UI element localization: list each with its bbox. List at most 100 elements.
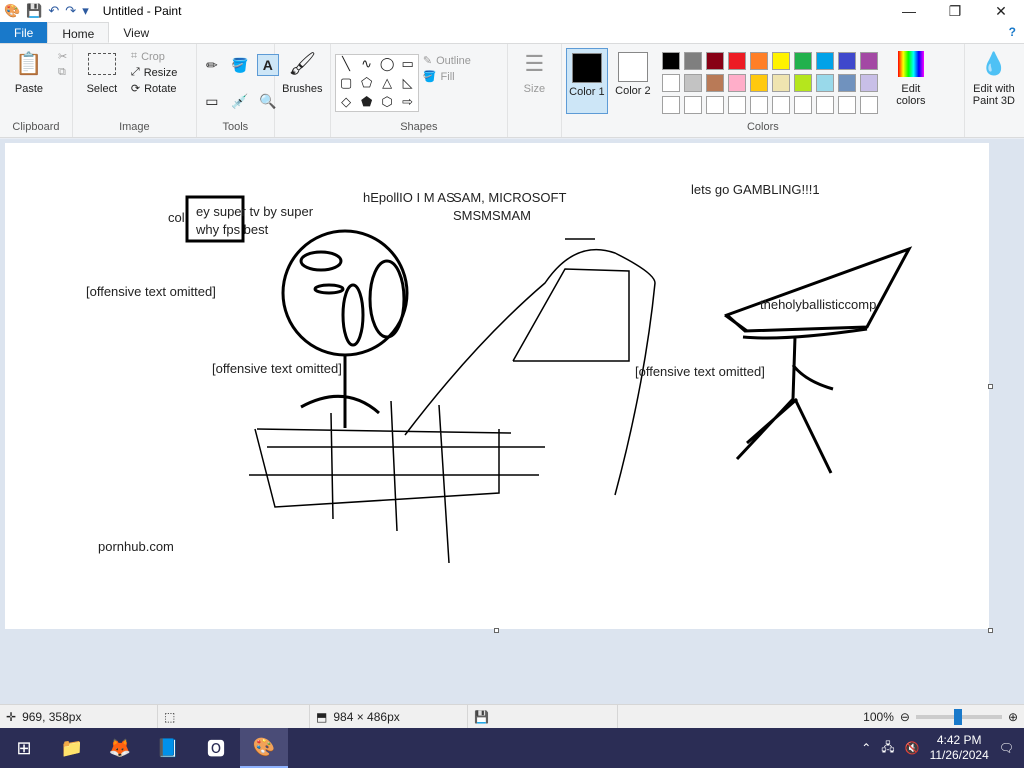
- cut-icon[interactable]: ✂: [58, 50, 67, 63]
- copy-icon[interactable]: ⧉: [58, 66, 67, 79]
- palette-swatch[interactable]: [661, 74, 680, 92]
- tab-file[interactable]: File: [0, 22, 48, 43]
- volume-icon[interactable]: 🔇: [905, 741, 920, 755]
- canvas-size: 984 × 486px: [333, 709, 400, 724]
- cursor-position-icon: ✛: [6, 709, 17, 724]
- stickfigure-detail: [341, 283, 365, 347]
- color-picker-icon[interactable]: 💉: [229, 91, 251, 113]
- close-button[interactable]: ✕: [978, 3, 1024, 20]
- image-group: Select ⌗ Crop ⤢ Resize ⟳ Rotate Image: [73, 44, 197, 137]
- notifications-icon[interactable]: 🗨: [999, 741, 1014, 755]
- palette-swatch[interactable]: [837, 74, 856, 92]
- color2-swatch: [617, 52, 648, 82]
- stickfigure-detail-2: [368, 259, 406, 339]
- brushes-button[interactable]: 🖌 Brushes: [279, 48, 326, 121]
- shapes-gallery[interactable]: ╲ ∿ ◯ ▭ ▢ ⬠ △ ◺ ◇ ⬟ ⬡ ⇨: [334, 54, 419, 112]
- fill-icon: 🪣: [422, 71, 437, 83]
- office-icon[interactable]: 🅾: [192, 728, 240, 768]
- resize-handle-right[interactable]: [988, 384, 993, 389]
- palette-swatch[interactable]: [815, 96, 834, 114]
- tab-view[interactable]: View: [109, 22, 163, 43]
- crop-button[interactable]: ⌗ Crop: [131, 50, 177, 63]
- rotate-button[interactable]: ⟳ Rotate: [131, 82, 177, 96]
- palette-swatch[interactable]: [859, 74, 878, 92]
- selection-size-icon: ⬚: [164, 709, 176, 724]
- palette-swatch[interactable]: [727, 96, 746, 114]
- zoom-level: 100%: [863, 709, 894, 724]
- color2-button[interactable]: Color 2: [612, 48, 654, 114]
- customize-qa-icon[interactable]: ▾: [82, 3, 89, 19]
- edit-colors-button[interactable]: Edit colors: [886, 48, 936, 121]
- tab-home[interactable]: Home: [47, 22, 110, 43]
- brushes-group: 🖌 Brushes: [275, 44, 331, 137]
- canvas-text-3: hEpollIO I M AS: [363, 190, 455, 205]
- outline-icon: ✎: [422, 55, 433, 67]
- palette-swatch[interactable]: [683, 52, 702, 70]
- palette-swatch[interactable]: [793, 96, 812, 114]
- ribbon-tabs: File Home View ?: [0, 22, 1024, 44]
- palette-swatch[interactable]: [749, 74, 768, 92]
- file-size-icon: 💾: [474, 709, 489, 724]
- quick-access-toolbar: 🎨 💾 ↶ ↷ ▾: [4, 3, 89, 19]
- palette-swatch[interactable]: [705, 52, 724, 70]
- palette-swatch[interactable]: [683, 96, 702, 114]
- palette-swatch[interactable]: [661, 52, 680, 70]
- network-icon[interactable]: 🖧: [881, 738, 894, 759]
- redo-icon[interactable]: ↷: [65, 3, 76, 19]
- save-icon[interactable]: 💾: [26, 3, 42, 19]
- size-button[interactable]: ☰ Size: [512, 48, 557, 121]
- canvas-text-11: pornhub.com: [98, 539, 174, 554]
- palette-swatch[interactable]: [837, 52, 856, 70]
- drawing-canvas[interactable]: ey super tv by super why fps best col hE…: [5, 143, 989, 629]
- tray-chevron-icon[interactable]: ⌃: [861, 741, 871, 755]
- select-button[interactable]: Select: [77, 48, 127, 121]
- zoom-in-button[interactable]: ⊕: [1008, 710, 1018, 724]
- color-spectrum-icon: [895, 48, 927, 80]
- zoom-out-button[interactable]: ⊖: [900, 710, 910, 724]
- fill-button[interactable]: 🪣 Fill: [422, 70, 471, 84]
- canvas-text-12: col: [168, 210, 185, 225]
- palette-swatch[interactable]: [705, 74, 724, 92]
- resize-handle-corner[interactable]: [988, 628, 993, 633]
- minimize-button[interactable]: —: [886, 3, 932, 20]
- clock[interactable]: 4:42 PM 11/26/2024: [930, 733, 989, 763]
- palette-swatch[interactable]: [749, 52, 768, 70]
- canvas-text-6: lets go GAMBLING!!!1: [691, 182, 820, 197]
- palette-swatch[interactable]: [705, 96, 724, 114]
- palette-swatch[interactable]: [815, 74, 834, 92]
- palette-swatch[interactable]: [683, 74, 702, 92]
- palette-swatch[interactable]: [837, 96, 856, 114]
- palette-swatch[interactable]: [859, 52, 878, 70]
- paint-taskbar-icon[interactable]: 🎨: [240, 728, 288, 768]
- resize-button[interactable]: ⤢ Resize: [131, 66, 177, 79]
- file-explorer-icon[interactable]: 📁: [48, 728, 96, 768]
- palette-swatch[interactable]: [749, 96, 768, 114]
- outline-button[interactable]: ✎ Outline: [422, 54, 471, 68]
- palette-swatch[interactable]: [815, 52, 834, 70]
- palette-swatch[interactable]: [793, 74, 812, 92]
- help-icon[interactable]: ?: [1001, 22, 1024, 43]
- palette-swatch[interactable]: [771, 52, 790, 70]
- palette-swatch[interactable]: [727, 52, 746, 70]
- palette-swatch[interactable]: [859, 96, 878, 114]
- resize-handle-bottom[interactable]: [494, 628, 499, 633]
- zoom-slider[interactable]: [915, 708, 1002, 725]
- palette-swatch[interactable]: [727, 74, 746, 92]
- canvas-text-4: SAM, MICROSOFT: [453, 190, 567, 205]
- color1-button[interactable]: Color 1: [565, 48, 608, 114]
- canvas-text-9: theholyballisticcomp: [760, 297, 877, 312]
- paste-button[interactable]: 📋 Paste: [4, 48, 54, 121]
- palette-swatch[interactable]: [771, 96, 790, 114]
- fill-bucket-icon[interactable]: 🪣: [229, 54, 251, 76]
- palette-swatch[interactable]: [661, 96, 680, 114]
- eraser-icon[interactable]: ▭: [201, 91, 223, 113]
- app-icon[interactable]: 📘: [144, 728, 192, 768]
- firefox-icon[interactable]: 🦊: [96, 728, 144, 768]
- pencil-icon[interactable]: ✏: [201, 54, 223, 76]
- start-button[interactable]: ⊞: [0, 728, 48, 768]
- maximize-button[interactable]: ❐: [932, 3, 978, 20]
- paint3d-button[interactable]: 💧 Edit with Paint 3D: [969, 48, 1019, 137]
- palette-swatch[interactable]: [793, 52, 812, 70]
- undo-icon[interactable]: ↶: [48, 3, 59, 19]
- palette-swatch[interactable]: [771, 74, 790, 92]
